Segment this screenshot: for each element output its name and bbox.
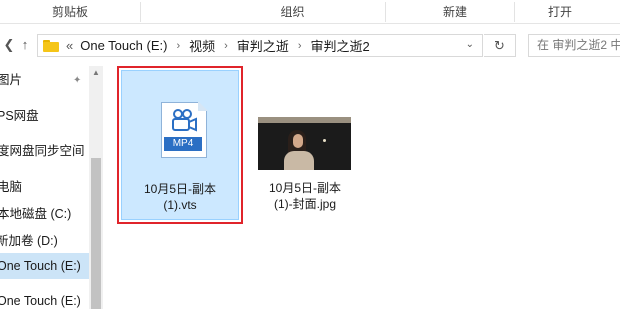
chevron-down-icon[interactable]: ⌄ [466, 39, 474, 50]
breadcrumb-separator[interactable]: › [298, 40, 302, 52]
sidebar-item-label: PS网盘 [0, 109, 39, 123]
sidebar-item-label: 图片 [0, 73, 23, 87]
annotation-highlight-frame [117, 66, 243, 224]
sidebar-scrollbar[interactable]: ▲ [89, 66, 103, 309]
pin-icon[interactable]: ✦ [73, 75, 81, 86]
folder-icon [43, 39, 59, 52]
breadcrumb-separator[interactable]: › [224, 40, 228, 52]
breadcrumb-videos[interactable]: 视频 [189, 36, 215, 55]
scroll-up-icon[interactable]: ▲ [89, 66, 103, 80]
sidebar-item-label: 度网盘同步空间 [0, 144, 85, 158]
ribbon-group-organize: 组织 [280, 5, 305, 19]
ribbon-group-new: 新建 [442, 5, 467, 19]
breadcrumb-drive[interactable]: One Touch (E:) [80, 38, 167, 53]
sidebar-item-label: One Touch (E:) [0, 294, 81, 308]
ribbon-group-clipboard: 剪贴板 [51, 5, 88, 19]
sidebar-item-drive-c[interactable]: 本地磁盘 (C:) [0, 201, 71, 227]
ribbon-divider [140, 2, 141, 22]
ribbon-divider [385, 2, 386, 22]
sidebar-item-label: 新加卷 (D:) [0, 234, 58, 248]
breadcrumb-overflow[interactable]: « [66, 38, 73, 53]
image-thumbnail[interactable] [258, 117, 351, 170]
up-arrow-icon[interactable]: ↑ [16, 36, 34, 54]
navigation-pane: 图片 ✦ PS网盘 度网盘同步空间 电脑 本地磁盘 (C:) 新加卷 (D:) … [0, 66, 103, 309]
sidebar-item-label: 本地磁盘 (C:) [0, 207, 72, 221]
search-input[interactable]: 在 审判之逝2 中 [528, 34, 620, 57]
sidebar-item-drive-e-selected[interactable]: One Touch (E:) [0, 253, 89, 279]
sidebar-item-drive-d[interactable]: 新加卷 (D:) [0, 228, 58, 254]
sidebar-item-netdisk[interactable]: PS网盘 [0, 103, 39, 129]
breadcrumb-current[interactable]: 审判之逝2 [310, 36, 369, 55]
ribbon-group-open: 打开 [547, 5, 572, 19]
address-bar[interactable]: « One Touch (E:) › 视频 › 审判之逝 › 审判之逝2 ⌄ [37, 34, 483, 57]
file-item-image-name[interactable]: 10月5日-副本 (1)-封面.jpg [249, 180, 361, 212]
scroll-thumb[interactable] [91, 158, 101, 309]
breadcrumb-folder[interactable]: 审判之逝 [237, 36, 289, 55]
navigation-bar: ❮ ↑ « One Touch (E:) › 视频 › 审判之逝 › 审判之逝2… [0, 24, 620, 66]
sidebar-item-label: One Touch (E:) [0, 259, 81, 273]
file-list-view: MP4 10月5日-副本 (1).vts 10月5日-副本 (1)-封面.jpg [103, 66, 620, 309]
ribbon-group-bar: 剪贴板 组织 新建 打开 [0, 0, 620, 24]
sidebar-item-this-pc[interactable]: 电脑 [0, 174, 22, 200]
sidebar-item-label: 电脑 [0, 180, 23, 194]
refresh-icon[interactable]: ↻ [484, 34, 516, 57]
sidebar-item-sync-space[interactable]: 度网盘同步空间 [0, 138, 85, 164]
sidebar-item-drive-e[interactable]: One Touch (E:) [0, 288, 81, 309]
breadcrumb-separator[interactable]: › [176, 40, 180, 52]
ribbon-divider [514, 2, 515, 22]
